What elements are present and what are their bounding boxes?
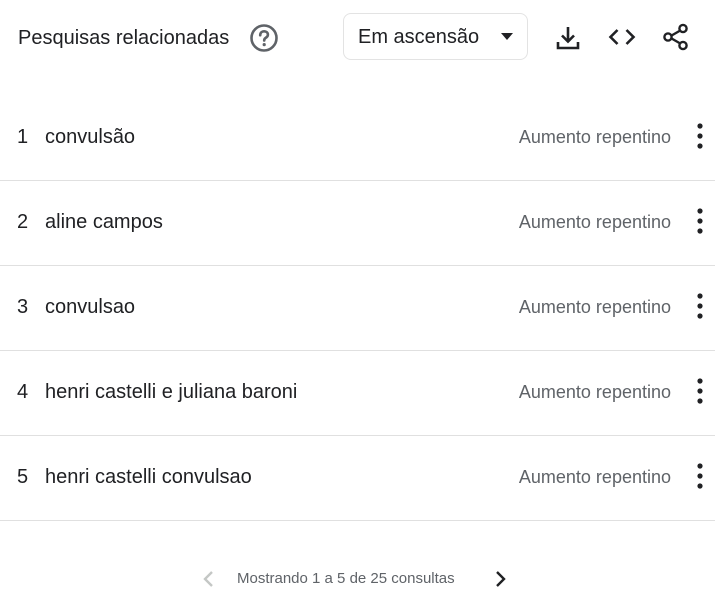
more-vert-icon[interactable] — [688, 292, 712, 320]
query-text[interactable]: henri castelli e juliana baroni — [45, 380, 297, 404]
query-rank: 1 — [17, 126, 29, 148]
query-rank: 5 — [17, 466, 29, 488]
trend-type-dropdown[interactable]: Em ascensão — [343, 13, 528, 60]
help-circle-icon[interactable] — [249, 23, 279, 53]
list-item[interactable]: 4 henri castelli e juliana baroni Aument… — [0, 351, 715, 436]
query-rank: 3 — [17, 296, 29, 318]
embed-code-icon[interactable] — [607, 22, 637, 52]
dropdown-selected-value: Em ascensão — [358, 26, 480, 48]
list-item[interactable]: 2 aline campos Aumento repentino — [0, 181, 715, 266]
query-value: Aumento repentino — [518, 297, 671, 317]
list-item[interactable]: 1 convulsão Aumento repentino — [0, 96, 715, 181]
more-vert-icon[interactable] — [688, 207, 712, 235]
query-value: Aumento repentino — [518, 467, 671, 487]
related-queries-list: 1 convulsão Aumento repentino 2 aline ca… — [0, 96, 715, 521]
list-item[interactable]: 5 henri castelli convulsao Aumento repen… — [0, 436, 715, 521]
more-vert-icon[interactable] — [688, 377, 712, 405]
query-text[interactable]: convulsao — [45, 295, 135, 319]
pagination: Mostrando 1 a 5 de 25 consultas — [0, 564, 724, 594]
pagination-status: Mostrando 1 a 5 de 25 consultas — [237, 570, 455, 587]
more-vert-icon[interactable] — [688, 462, 712, 490]
download-icon[interactable] — [553, 23, 583, 53]
list-item[interactable]: 3 convulsao Aumento repentino — [0, 266, 715, 351]
widget-header: Pesquisas relacionadas Em ascensão — [0, 0, 724, 76]
query-text[interactable]: convulsão — [45, 125, 135, 149]
query-rank: 2 — [17, 211, 29, 233]
chevron-right-icon[interactable] — [490, 568, 510, 590]
query-value: Aumento repentino — [518, 212, 671, 232]
share-icon[interactable] — [661, 22, 691, 52]
chevron-left-icon[interactable] — [199, 568, 219, 590]
query-value: Aumento repentino — [518, 382, 671, 402]
query-text[interactable]: henri castelli convulsao — [45, 465, 252, 489]
query-value: Aumento repentino — [518, 127, 671, 147]
widget-title: Pesquisas relacionadas — [18, 27, 230, 49]
arrow-drop-down-icon — [501, 33, 513, 40]
more-vert-icon[interactable] — [688, 122, 712, 150]
query-text[interactable]: aline campos — [45, 210, 163, 234]
query-rank: 4 — [17, 381, 29, 403]
